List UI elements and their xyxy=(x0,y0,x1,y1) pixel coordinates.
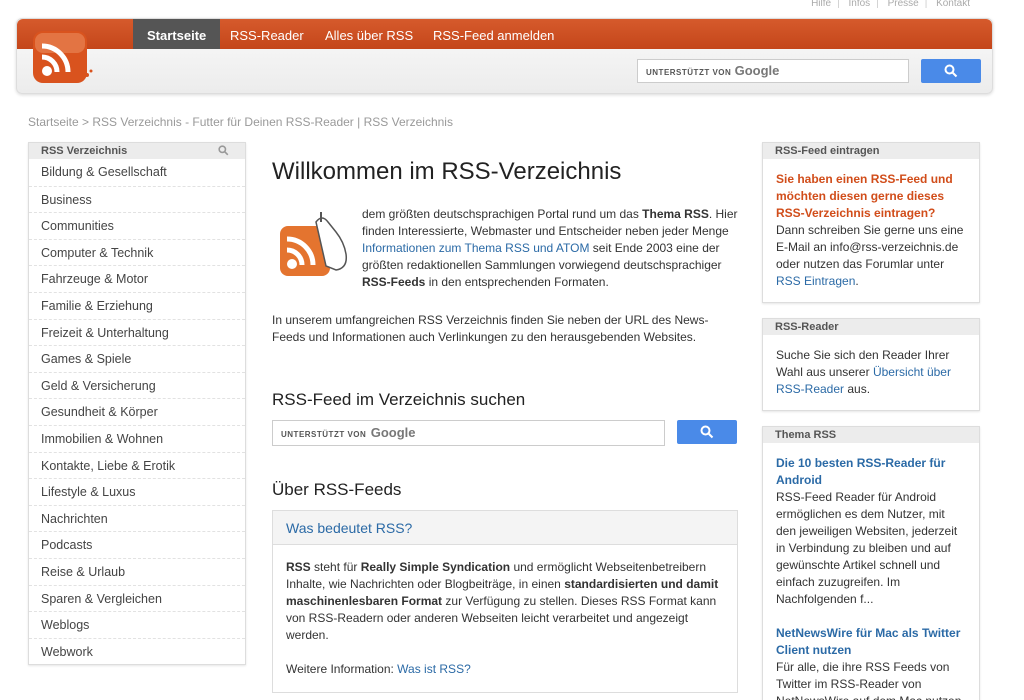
category-list: Bildung & Gesellschaft Business Communit… xyxy=(29,159,245,664)
intro-text-e: RSS-Feeds xyxy=(362,275,426,289)
header-search-button[interactable] xyxy=(921,59,981,83)
thema-rss-header: Thema RSS xyxy=(763,427,979,443)
submit-feed-body: Sie haben einen RSS-Feed und möchten die… xyxy=(763,159,979,302)
article-text-android: RSS-Feed Reader für Android ermöglichen … xyxy=(776,490,958,606)
about-box-body: RSS steht für Really Simple Syndication … xyxy=(273,545,737,692)
sidebar-item-sparen[interactable]: Sparen & Vergleichen xyxy=(29,584,245,612)
sidebar-item-games[interactable]: Games & Spiele xyxy=(29,345,245,372)
thema-rss-box: Thema RSS Die 10 besten RSS-Reader für A… xyxy=(762,426,980,700)
search-icon[interactable] xyxy=(218,145,229,156)
google-logo: Google xyxy=(370,425,416,440)
sidebar-item-business[interactable]: Business xyxy=(29,185,245,213)
powered-by-label: UNTERSTÜTZT VON xyxy=(646,68,732,77)
intro-text-a: dem größten deutschsprachigen Portal run… xyxy=(362,207,643,221)
nav-startseite[interactable]: Startseite xyxy=(133,19,221,49)
link-infos[interactable]: Infos xyxy=(848,0,870,9)
top-links: Hilfe | Infos | Presse | Kontakt xyxy=(811,0,970,9)
intro-text-f: in den entsprechenden Formaten. xyxy=(425,275,609,289)
submit-feed-header: RSS-Feed eintragen xyxy=(763,143,979,159)
sidebar-item-bildung[interactable]: Bildung & Gesellschaft xyxy=(29,159,245,186)
nav-alles-ueber-rss[interactable]: Alles über RSS xyxy=(311,19,427,49)
sidebar-item-kontakte[interactable]: Kontakte, Liebe & Erotik xyxy=(29,451,245,479)
article-text-netnewswire: Für alle, die ihre RSS Feeds von Twitter… xyxy=(776,660,961,700)
intro-text-b: Thema RSS xyxy=(642,207,709,221)
sidebar-header: RSS Verzeichnis xyxy=(29,143,245,159)
about-heading: Über RSS-Feeds xyxy=(272,480,402,499)
nav-rss-reader[interactable]: RSS-Reader xyxy=(216,19,318,49)
sidebar-item-familie[interactable]: Familie & Erziehung xyxy=(29,291,245,319)
link-hilfe[interactable]: Hilfe xyxy=(811,0,831,9)
submit-feed-box: RSS-Feed eintragen Sie haben einen RSS-F… xyxy=(762,142,980,303)
more-info: Weitere Information: Was ist RSS? xyxy=(286,661,724,678)
intro-info-link[interactable]: Informationen zum Thema RSS und ATOM xyxy=(362,241,589,255)
main-nav: Startseite RSS-Reader Alles über RSS RSS… xyxy=(17,19,992,49)
breadcrumb[interactable]: Startseite > RSS Verzeichnis - Futter fü… xyxy=(28,115,453,129)
rss-reader-end: aus. xyxy=(844,382,871,396)
search-icon xyxy=(944,64,958,78)
main-search: UNTERSTÜTZT VON Google xyxy=(272,420,738,446)
sidebar-item-nachrichten[interactable]: Nachrichten xyxy=(29,504,245,532)
sidebar-item-geld[interactable]: Geld & Versicherung xyxy=(29,371,245,399)
article-title-netnewswire[interactable]: NetNewsWire für Mac als Twitter Client n… xyxy=(776,625,966,659)
powered-by-label: UNTERSTÜTZT VON xyxy=(281,430,367,439)
main-search-button[interactable] xyxy=(677,420,737,444)
main-search-input[interactable]: UNTERSTÜTZT VON Google xyxy=(272,420,665,446)
sidebar-item-freizeit[interactable]: Freizeit & Unterhaltung xyxy=(29,318,245,346)
more-info-link[interactable]: Was ist RSS? xyxy=(397,662,471,676)
about-box-title[interactable]: Was bedeutet RSS? xyxy=(273,511,737,545)
sidebar-item-gesundheit[interactable]: Gesundheit & Körper xyxy=(29,398,245,425)
submit-feed-highlight: Sie haben einen RSS-Feed und möchten die… xyxy=(776,172,953,220)
article-title-android[interactable]: Die 10 besten RSS-Reader für Android xyxy=(776,455,966,489)
sidebar-item-communities[interactable]: Communities xyxy=(29,212,245,239)
about-text-1: RSS xyxy=(286,560,311,574)
about-text-2: steht für xyxy=(310,560,361,574)
about-rss-box: Was bedeutet RSS? RSS steht für Really S… xyxy=(272,510,738,693)
sidebar-title: RSS Verzeichnis xyxy=(41,145,128,157)
sidebar-item-fahrzeuge[interactable]: Fahrzeuge & Motor xyxy=(29,265,245,292)
link-kontakt[interactable]: Kontakt xyxy=(936,0,970,9)
rss-reader-header: RSS-Reader xyxy=(763,319,979,335)
thema-rss-body: Die 10 besten RSS-Reader für Android RSS… xyxy=(763,443,979,700)
rss-hand-icon xyxy=(280,212,348,276)
nav-rss-feed-anmelden[interactable]: RSS-Feed anmelden xyxy=(419,19,568,49)
rss-reader-box: RSS-Reader Suche Sie sich den Reader Ihr… xyxy=(762,318,980,411)
submit-feed-end: . xyxy=(855,274,859,288)
about-text-3: Really Simple Syndication xyxy=(360,560,511,574)
sidebar-item-webwork[interactable]: Webwork xyxy=(29,637,245,665)
sidebar-item-podcasts[interactable]: Podcasts xyxy=(29,531,245,558)
sidebar-item-reise[interactable]: Reise & Urlaub xyxy=(29,557,245,585)
site-header: Startseite RSS-Reader Alles über RSS RSS… xyxy=(16,18,993,94)
header-search-input[interactable]: UNTERSTÜTZT VON Google xyxy=(637,59,909,83)
submit-feed-text: Dann schreiben Sie gerne uns eine E-Mail… xyxy=(776,223,964,271)
link-presse[interactable]: Presse xyxy=(888,0,919,9)
search-heading: RSS-Feed im Verzeichnis suchen xyxy=(272,390,526,409)
rss-logo-icon[interactable] xyxy=(31,27,95,87)
sidebar-item-lifestyle[interactable]: Lifestyle & Luxus xyxy=(29,478,245,505)
main-content: Willkommen im RSS-Verzeichnis dem größte… xyxy=(272,158,738,693)
intro-paragraph-2: In unserem umfangreichen RSS Verzeichnis… xyxy=(272,313,709,344)
sidebar-item-computer[interactable]: Computer & Technik xyxy=(29,238,245,266)
more-info-label: Weitere Information: xyxy=(286,662,398,676)
search-icon xyxy=(700,425,714,439)
sidebar-item-immobilien[interactable]: Immobilien & Wohnen xyxy=(29,424,245,452)
intro-paragraph: dem größten deutschsprachigen Portal run… xyxy=(272,206,738,296)
category-sidebar: RSS Verzeichnis Bildung & Gesellschaft B… xyxy=(28,142,246,666)
sidebar-item-weblogs[interactable]: Weblogs xyxy=(29,611,245,638)
page-title: Willkommen im RSS-Verzeichnis xyxy=(272,158,622,185)
submit-feed-link[interactable]: RSS Eintragen xyxy=(776,274,855,288)
rss-reader-body: Suche Sie sich den Reader Ihrer Wahl aus… xyxy=(763,335,979,410)
google-logo: Google xyxy=(734,63,780,78)
